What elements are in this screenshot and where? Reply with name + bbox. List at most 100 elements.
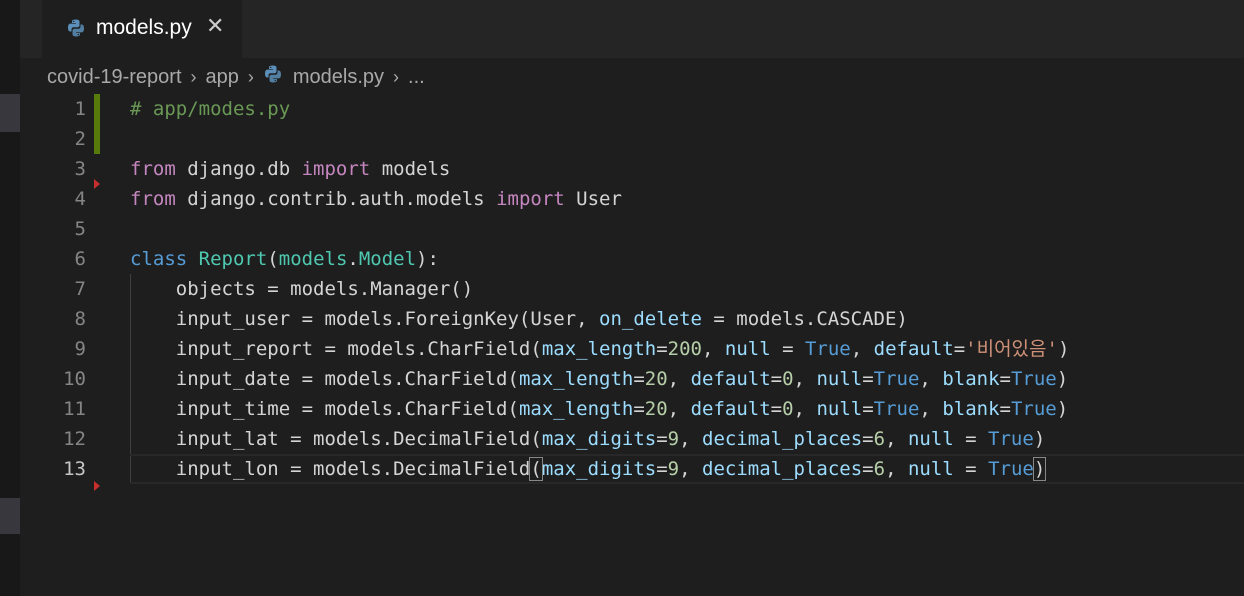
code-token: , [793,398,817,420]
breadcrumb-item-symbol[interactable]: ... [408,66,425,89]
code-token: input_lon = models.DecimalField [130,458,531,480]
code-line[interactable]: input_lat = models.DecimalField(max_digi… [130,424,1046,454]
python-icon [263,64,283,90]
code-token-prm: blank [942,398,1000,420]
breadcrumb: covid-19-report › app › models.py › ... [47,63,425,91]
line-number: 13 [63,458,86,480]
code-token: objects = models.Manager() [130,278,474,300]
code-line[interactable]: input_date = models.CharField(max_length… [130,364,1068,394]
code-line[interactable]: class Report(models.Model): [130,244,439,274]
code-token: = [999,398,1011,420]
gutter-marker-icon[interactable] [94,179,100,189]
code-token: ) [1032,457,1047,481]
code-token: = [633,368,645,390]
tab-bar: models.py ✕ [20,0,1244,58]
code-token: = [999,368,1011,390]
code-token: = [656,458,668,480]
breadcrumb-separator: › [190,66,197,87]
code-token-prm: decimal_places [702,428,863,450]
code-token: = [633,398,645,420]
code-token: ) [1056,368,1069,390]
code-token: , [919,368,943,390]
code-token: = [770,398,783,420]
breadcrumb-item-app[interactable]: app [206,66,239,89]
code-token: = [862,458,874,480]
code-token-con: True [1010,368,1057,390]
code-token: input_time = models.CharField( [130,398,519,420]
code-token: = [953,338,966,360]
code-token-cls: Report [198,248,268,270]
code-line[interactable]: input_time = models.CharField(max_length… [130,394,1068,424]
code-token: = [953,458,989,480]
editor-window: models.py ✕ covid-19-report › app › mode… [0,0,1244,596]
code-token: ) [1033,428,1046,450]
code-line[interactable]: input_user = models.ForeignKey(User, on_… [130,304,908,334]
code-token: ) [1057,338,1070,360]
code-token-prm: default [690,368,771,390]
code-token: , [701,338,725,360]
code-token-num: 0 [782,398,794,420]
code-line[interactable]: objects = models.Manager() [130,274,473,304]
line-number: 3 [74,158,86,180]
code-token-kw: import [496,188,565,210]
strip-highlight [0,94,20,132]
code-token: ) [1056,398,1069,420]
code-token-prm: null [816,368,863,390]
gutter-marker-icon[interactable] [94,481,100,491]
git-added-marker[interactable] [94,94,100,154]
close-icon[interactable]: ✕ [206,14,224,39]
code-token: , [667,368,691,390]
code-token: input_lat = models.DecimalField( [130,428,542,450]
code-token: , [885,458,908,480]
line-number: 1 [74,98,86,120]
code-token-prm: max_length [518,368,634,390]
strip-highlight [0,498,20,534]
breadcrumb-item-file[interactable]: models.py [293,66,384,89]
code-token: = [862,428,874,450]
code-line[interactable]: from django.db import models [130,154,450,184]
code-line[interactable]: input_report = models.CharField(max_leng… [130,334,1070,364]
code-token-prm: max_digits [541,458,657,480]
code-token: django.db [175,158,302,180]
code-token-prm: null [724,338,771,360]
breadcrumb-item-folder[interactable]: covid-19-report [47,66,182,89]
tab-label: models.py [96,16,192,39]
code-line[interactable]: from django.contrib.auth.models import U… [130,184,622,214]
code-token-prm: max_length [541,338,657,360]
tab-models-py[interactable]: models.py ✕ [42,0,242,58]
line-number: 7 [74,278,86,300]
code-line[interactable]: input_lon = models.DecimalField(max_digi… [130,454,1047,484]
code-token: . [347,248,359,270]
code-token-prm: blank [942,368,1000,390]
code-token: , [919,398,943,420]
code-token-prm: on_delete [599,308,702,330]
code-token: ( [267,248,279,270]
line-number: 12 [63,428,86,450]
code-token: = [770,368,783,390]
code-token-prm: null [907,428,954,450]
code-line[interactable]: # app/modes.py [130,94,290,124]
code-token: = [862,368,874,390]
code-token-num: 9 [667,458,680,480]
code-token: = models.CASCADE) [701,308,908,330]
code-token: models [370,158,451,180]
code-token-con: True [873,368,920,390]
code-token-num: 9 [667,428,680,450]
code-token: , [885,428,908,450]
code-token-num: 200 [667,338,702,360]
code-token: , [679,428,702,450]
code-token: = [953,428,989,450]
code-token: , [679,458,703,480]
python-icon [66,18,86,42]
code-token-prm: default [873,338,954,360]
code-token-kw: import [301,158,371,180]
code-token: django.contrib.auth.models [175,188,497,210]
line-number: 9 [74,338,86,360]
code-token-num: 6 [873,428,886,450]
line-number: 5 [74,218,86,240]
code-token-con: True [988,428,1034,450]
code-token-def: class [130,248,188,270]
code-token-prm: max_length [518,398,634,420]
code-token: , [667,398,691,420]
